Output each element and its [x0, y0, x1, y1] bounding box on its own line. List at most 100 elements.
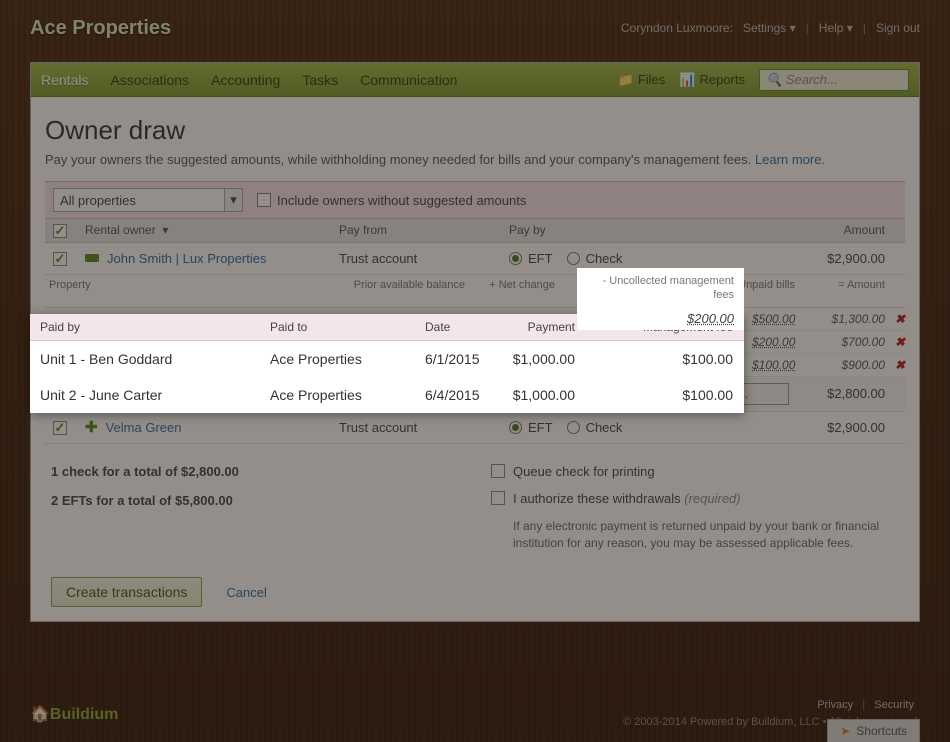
app-logo: Ace Properties	[30, 17, 171, 40]
payby-eft-radio[interactable]: EFT	[509, 420, 553, 435]
payby-eft-radio[interactable]: EFT	[509, 251, 553, 266]
payby-check-radio[interactable]: Check	[567, 420, 623, 435]
required-label: (required)	[684, 491, 740, 506]
cancel-link[interactable]: Cancel	[226, 585, 266, 600]
owner-icon	[85, 254, 99, 262]
privacy-link[interactable]: Privacy	[817, 699, 853, 711]
delete-icon[interactable]: ✖	[895, 335, 905, 349]
payment-value: $1,000.00	[485, 387, 585, 403]
chart-icon: 📊	[679, 72, 695, 88]
authorize-checkbox[interactable]: I authorize these withdrawals (required)	[491, 491, 899, 506]
filter-bar: All properties ▾ Include owners without …	[45, 181, 905, 219]
sh-net: + Net change	[469, 279, 559, 303]
folder-icon: 📁	[618, 72, 634, 88]
page-title: Owner draw	[45, 115, 905, 146]
divider: |	[863, 21, 866, 35]
include-owners-checkbox[interactable]: Include owners without suggested amounts	[257, 193, 526, 208]
nav-reports[interactable]: 📊Reports	[679, 72, 745, 88]
payby-check-radio[interactable]: Check	[567, 251, 623, 266]
help-link[interactable]: Help ▾	[819, 21, 853, 35]
delete-icon[interactable]: ✖	[895, 358, 905, 372]
search-icon: 🔍	[766, 72, 782, 88]
security-link[interactable]: Security	[874, 699, 914, 711]
settings-label: Settings	[743, 21, 786, 35]
select-all-checkbox[interactable]	[53, 224, 67, 238]
amount-value: $1,300.00	[795, 312, 885, 326]
summary-section: 1 check for a total of $2,800.00 2 EFTs …	[45, 464, 905, 552]
mgmt-fee-value: $100.00	[585, 351, 743, 367]
nav-files[interactable]: 📁Files	[618, 72, 666, 88]
delete-icon[interactable]: ✖	[895, 312, 905, 326]
help-label: Help	[819, 21, 844, 35]
create-transactions-button[interactable]: Create transactions	[51, 577, 202, 607]
radio-icon	[509, 252, 522, 265]
eft-label: EFT	[528, 251, 553, 266]
table-header: Rental owner ▾ Pay from Pay by Amount	[45, 219, 905, 243]
owner-row: ✚ Velma Green Trust account EFT Check $2…	[45, 412, 905, 444]
owner-link[interactable]: Velma Green	[106, 420, 182, 435]
auth-note: If any electronic payment is returned un…	[513, 518, 899, 552]
owner-row: John Smith | Lux Properties Trust accoun…	[45, 243, 905, 275]
eft-label: EFT	[528, 420, 553, 435]
check-label: Check	[586, 420, 623, 435]
col-pay-from: Pay from	[339, 223, 509, 238]
pay-from-value: Trust account	[339, 251, 509, 266]
property-filter-dropdown[interactable]: All properties ▾	[53, 188, 243, 212]
search-input[interactable]: 🔍 Search...	[759, 69, 909, 91]
nav-rentals[interactable]: Rentals	[41, 72, 88, 88]
shortcuts-label: Shortcuts	[856, 724, 907, 738]
col-amount: Amount	[789, 223, 905, 238]
col-rental-owner[interactable]: Rental owner ▾	[79, 223, 339, 238]
plus-icon: ✚	[85, 418, 98, 436]
amount-value: $2,900.00	[789, 251, 905, 266]
shortcuts-button[interactable]: ➤ Shortcuts	[827, 719, 920, 742]
mgmt-fee-value: $100.00	[585, 387, 743, 403]
footer-logo: 🏠Buildium	[30, 704, 118, 724]
nav-tasks[interactable]: Tasks	[302, 72, 338, 88]
col-paid-by: Paid by	[30, 320, 260, 334]
col-date: Date	[415, 320, 485, 334]
radio-icon	[567, 421, 580, 434]
paid-to-value: Ace Properties	[260, 351, 415, 367]
actions: Create transactions Cancel	[45, 577, 905, 607]
checkbox-icon	[257, 193, 271, 207]
nav-accounting[interactable]: Accounting	[211, 72, 280, 88]
user-name: Coryndon Luxmoore:	[621, 21, 733, 35]
sh-property: Property	[45, 279, 339, 303]
settings-link[interactable]: Settings ▾	[743, 21, 796, 35]
subtitle-text: Pay your owners the suggested amounts, w…	[45, 152, 755, 167]
col-pay-by: Pay by	[509, 223, 789, 238]
popup-row: Unit 1 - Ben Goddard Ace Properties 6/1/…	[30, 341, 744, 377]
search-placeholder: Search...	[786, 72, 838, 87]
queue-label: Queue check for printing	[513, 464, 655, 479]
pay-from-value: Trust account	[339, 420, 509, 435]
badge-value: $200.00	[587, 311, 734, 328]
dropdown-value: All properties	[60, 193, 136, 208]
sh-amount: = Amount	[799, 279, 889, 303]
amount-value: $2,900.00	[789, 420, 905, 435]
divider: |	[806, 21, 809, 35]
owner-link[interactable]: John Smith | Lux Properties	[107, 251, 266, 266]
paid-by-value: Unit 2 - June Carter	[30, 387, 260, 403]
row-checkbox[interactable]	[53, 252, 67, 266]
property-subheader: Property Prior available balance + Net c…	[45, 275, 905, 308]
check-amount: $2,800.00	[789, 386, 905, 401]
summary-checks: 1 check for a total of $2,800.00	[51, 464, 491, 479]
row-checkbox[interactable]	[53, 421, 67, 435]
include-label: Include owners without suggested amounts	[277, 193, 526, 208]
signout-link[interactable]: Sign out	[876, 21, 920, 35]
radio-icon	[567, 252, 580, 265]
popup-row: Unit 2 - June Carter Ace Properties 6/4/…	[30, 377, 744, 413]
auth-label: I authorize these withdrawals	[513, 491, 684, 506]
payment-value: $1,000.00	[485, 351, 585, 367]
nav-associations[interactable]: Associations	[110, 72, 189, 88]
date-value: 6/4/2015	[415, 387, 485, 403]
mgmt-fee-popup: - Uncollected management fees $200.00 Pa…	[30, 314, 744, 413]
checkbox-icon	[491, 491, 505, 505]
main-nav: Rentals Associations Accounting Tasks Co…	[31, 63, 919, 97]
queue-check-checkbox[interactable]: Queue check for printing	[491, 464, 899, 479]
paid-to-value: Ace Properties	[260, 387, 415, 403]
learn-more-link[interactable]: Learn more.	[755, 152, 825, 167]
nav-communication[interactable]: Communication	[360, 72, 457, 88]
page-subtitle: Pay your owners the suggested amounts, w…	[45, 152, 905, 167]
